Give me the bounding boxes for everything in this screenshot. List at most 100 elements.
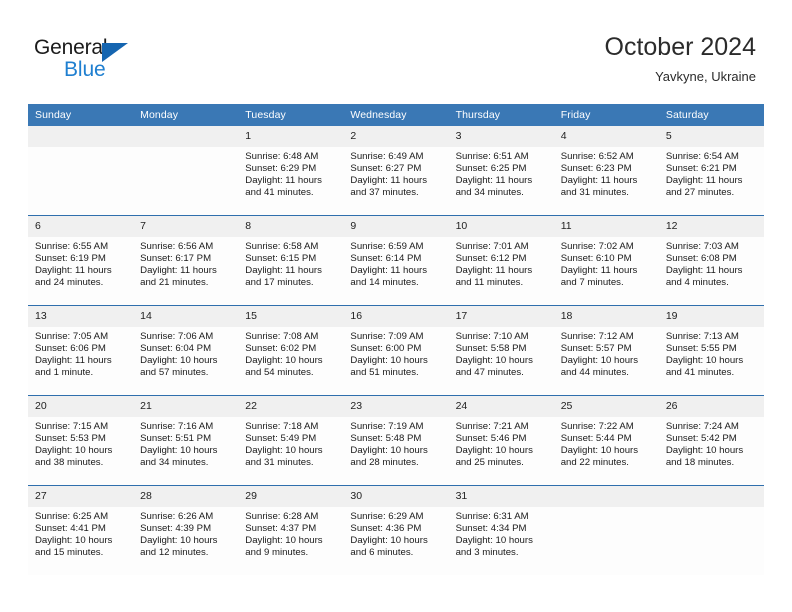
calendar-day-cell[interactable]: 3 Sunrise: 6:51 AM Sunset: 6:25 PM Daylight… [448,126,554,216]
calendar-day-cell[interactable]: 10 Sunrise: 7:01 AM Sunset: 6:12 PM Dayligh… [448,215,554,306]
page-header: General Blue October 2024 Yavkyne, Ukrai… [0,0,792,104]
calendar-day-cell-empty [658,485,764,575]
calendar-day-cell[interactable]: 21 Sunrise: 7:16 AM Sunset: 5:51 PM Dayligh… [133,395,239,486]
calendar-day-cell[interactable]: 30 Sunrise: 6:29 AM Sunset: 4:36 PM Dayligh… [343,485,449,575]
calendar-day-cell[interactable]: 8 Sunrise: 6:58 AM Sunset: 6:15 PM Daylight… [238,215,344,306]
calendar-day-cell[interactable]: 14 Sunrise: 7:06 AM Sunset: 6:04 PM Dayligh… [133,305,239,396]
daylight-duration-line2: and 41 minutes. [665,367,735,379]
page-title: October 2024 [604,33,757,61]
daylight-duration-line2: and 14 minutes. [350,277,419,289]
sunset-time: Sunset: 5:51 PM [140,433,212,445]
sunset-time: Sunset: 5:57 PM [560,343,632,355]
day-number: 13 [28,306,134,327]
daylight-duration-line1: Daylight: 11 hours [350,175,428,187]
calendar-day-cell[interactable]: 5 Sunrise: 6:54 AM Sunset: 6:21 PM Daylight… [658,126,764,216]
day-number: 15 [238,306,344,327]
calendar-day-cell[interactable]: 19 Sunrise: 7:13 AM Sunset: 5:55 PM Dayligh… [658,305,764,396]
calendar-day-cell[interactable]: 18 Sunrise: 7:12 AM Sunset: 5:57 PM Dayligh… [553,305,659,396]
day-details: Sunrise: 7:12 AM Sunset: 5:57 PM Daylight:… [554,327,659,379]
calendar-day-cell[interactable]: 6 Sunrise: 6:55 AM Sunset: 6:19 PM Daylight… [28,215,134,306]
calendar-day-cell[interactable]: 28 Sunrise: 6:26 AM Sunset: 4:39 PM Dayligh… [133,485,239,575]
daylight-duration-line2: and 44 minutes. [560,367,629,379]
calendar-day-cell[interactable]: 11 Sunrise: 7:02 AM Sunset: 6:10 PM Dayligh… [553,215,659,306]
day-number [658,486,764,507]
day-details: Sunrise: 6:28 AM Sunset: 4:37 PM Daylight:… [238,507,343,559]
daylight-duration-line1: Daylight: 10 hours [455,445,533,457]
day-number: 27 [28,486,134,507]
day-details: Sunrise: 7:13 AM Sunset: 5:55 PM Daylight:… [659,327,764,379]
sunrise-time: Sunrise: 7:02 AM [560,241,634,252]
calendar-day-cell-empty [28,126,134,216]
day-number: 11 [553,216,659,237]
daylight-duration-line2: and 3 minutes. [455,547,519,559]
day-number: 18 [553,306,659,327]
day-number [28,126,134,147]
calendar-day-cell[interactable]: 1 Sunrise: 6:48 AM Sunset: 6:29 PM Daylight… [238,126,344,216]
daylight-duration-line1: Daylight: 10 hours [350,355,428,367]
daylight-duration-line2: and 41 minutes. [245,187,314,199]
sunrise-time: Sunrise: 7:06 AM [140,331,214,342]
day-number: 19 [658,306,764,327]
calendar-day-cell[interactable]: 24 Sunrise: 7:21 AM Sunset: 5:46 PM Dayligh… [448,395,554,486]
calendar-day-cell[interactable]: 7 Sunrise: 6:56 AM Sunset: 6:17 PM Daylight… [133,215,239,306]
daylight-duration-line2: and 37 minutes. [350,187,419,199]
daylight-duration-line1: Daylight: 11 hours [35,355,112,367]
calendar-day-cell[interactable]: 22 Sunrise: 7:18 AM Sunset: 5:49 PM Dayligh… [238,395,344,486]
daylight-duration-line2: and 47 minutes. [455,367,524,379]
calendar-day-cell[interactable]: 20 Sunrise: 7:15 AM Sunset: 5:53 PM Dayligh… [28,395,134,486]
daylight-duration-line2: and 31 minutes. [560,187,629,199]
sunrise-time: Sunrise: 6:31 AM [455,511,529,522]
calendar-day-cell[interactable]: 25 Sunrise: 7:22 AM Sunset: 5:44 PM Dayligh… [553,395,659,486]
day-number: 6 [28,216,134,237]
day-details: Sunrise: 7:02 AM Sunset: 6:10 PM Daylight:… [554,237,659,289]
sunrise-time: Sunrise: 7:01 AM [455,241,529,252]
day-number: 21 [133,396,239,417]
sunset-time: Sunset: 6:14 PM [350,253,422,265]
calendar-day-cell[interactable]: 27 Sunrise: 6:25 AM Sunset: 4:41 PM Dayligh… [28,485,134,575]
daylight-duration-line1: Daylight: 10 hours [140,355,218,367]
sunset-time: Sunset: 6:15 PM [245,253,317,265]
calendar-day-cell[interactable]: 15 Sunrise: 7:08 AM Sunset: 6:02 PM Dayligh… [238,305,344,396]
daylight-duration-line1: Daylight: 10 hours [245,355,323,367]
daylight-duration-line1: Daylight: 10 hours [455,355,533,367]
calendar-day-cell[interactable]: 9 Sunrise: 6:59 AM Sunset: 6:14 PM Daylight… [343,215,449,306]
calendar-day-cell[interactable]: 2 Sunrise: 6:49 AM Sunset: 6:27 PM Daylight… [343,126,449,216]
daylight-duration-line2: and 51 minutes. [350,367,419,379]
daylight-duration-line1: Daylight: 11 hours [245,175,322,187]
daylight-duration-line1: Daylight: 10 hours [560,355,639,367]
calendar-day-cell[interactable]: 4 Sunrise: 6:52 AM Sunset: 6:23 PM Daylight… [553,126,659,216]
daylight-duration-line2: and 22 minutes. [560,457,629,469]
sunset-time: Sunset: 4:36 PM [350,523,422,535]
day-details: Sunrise: 6:54 AM Sunset: 6:21 PM Daylight:… [659,147,764,199]
general-blue-logo[interactable]: General Blue [34,36,234,86]
daylight-duration-line2: and 25 minutes. [455,457,524,469]
calendar-week-row: 6 Sunrise: 6:55 AM Sunset: 6:19 PM Daylight… [28,215,764,306]
calendar-day-cell[interactable]: 23 Sunrise: 7:19 AM Sunset: 5:48 PM Dayligh… [343,395,449,486]
calendar-day-cell[interactable]: 12 Sunrise: 7:03 AM Sunset: 6:08 PM Dayligh… [658,215,764,306]
sunrise-time: Sunrise: 6:28 AM [245,511,319,522]
day-details: Sunrise: 7:18 AM Sunset: 5:49 PM Daylight:… [238,417,343,469]
sunset-time: Sunset: 6:10 PM [560,253,632,265]
daylight-duration-line2: and 7 minutes. [560,277,624,289]
day-number: 3 [448,126,554,147]
calendar-day-cell[interactable]: 26 Sunrise: 7:24 AM Sunset: 5:42 PM Dayligh… [658,395,764,486]
weekday-header-row: Sunday Monday Tuesday Wednesday Thursday… [28,104,764,126]
calendar-day-cell[interactable]: 29 Sunrise: 6:28 AM Sunset: 4:37 PM Dayligh… [238,485,344,575]
sunset-time: Sunset: 6:17 PM [140,253,212,265]
daylight-duration-line1: Daylight: 10 hours [245,445,323,457]
sunset-time: Sunset: 6:06 PM [35,343,106,355]
calendar-day-cell[interactable]: 13 Sunrise: 7:05 AM Sunset: 6:06 PM Dayligh… [28,305,134,396]
calendar-page: General Blue October 2024 Yavkyne, Ukrai… [0,0,792,612]
day-details: Sunrise: 6:55 AM Sunset: 6:19 PM Daylight:… [28,237,133,289]
calendar-day-cell[interactable]: 17 Sunrise: 7:10 AM Sunset: 5:58 PM Dayligh… [448,305,554,396]
weekday-header-monday: Monday [133,104,239,126]
sunset-time: Sunset: 5:55 PM [665,343,737,355]
calendar-day-cell[interactable]: 16 Sunrise: 7:09 AM Sunset: 6:00 PM Dayligh… [343,305,449,396]
sunset-time: Sunset: 6:29 PM [245,163,317,175]
daylight-duration-line2: and 18 minutes. [665,457,735,469]
daylight-duration-line2: and 12 minutes. [140,547,209,559]
weekday-header-thursday: Thursday [448,104,554,126]
weekday-header-wednesday: Wednesday [343,104,449,126]
weekday-header-friday: Friday [553,104,659,126]
calendar-day-cell[interactable]: 31 Sunrise: 6:31 AM Sunset: 4:34 PM Dayligh… [448,485,554,575]
